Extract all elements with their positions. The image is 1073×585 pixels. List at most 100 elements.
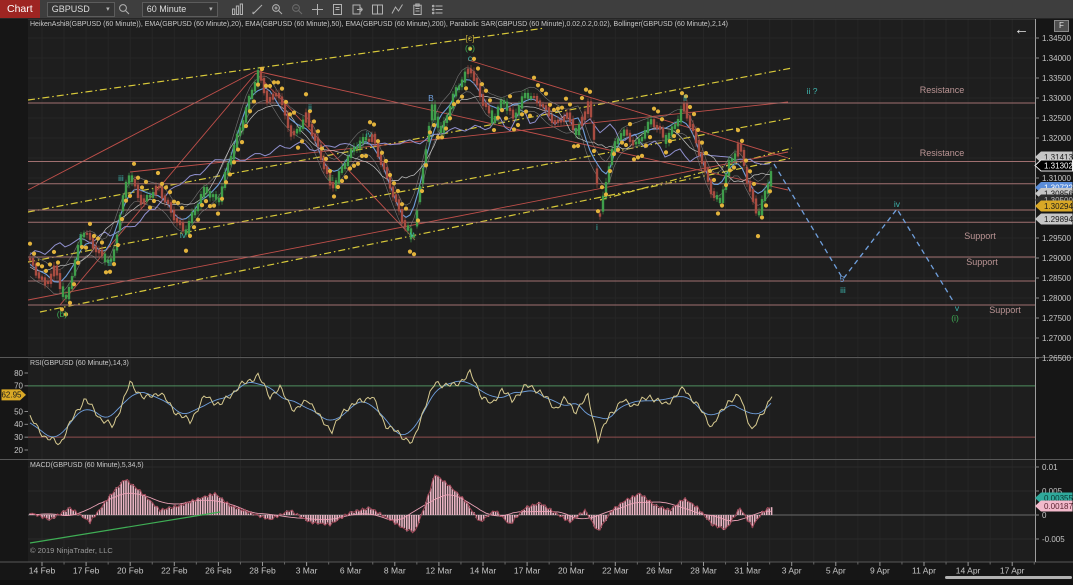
clipboard-icon: [411, 3, 424, 16]
macd-tick-label: -0.005: [1042, 535, 1065, 544]
wave-label: iv: [180, 230, 187, 240]
date-label: 14 Mar: [470, 566, 497, 576]
date-label: 17 Feb: [73, 566, 100, 576]
date-label: 17 Mar: [514, 566, 541, 576]
macd-indicator-label: MACD(GBPUSD (60 Minute),5,34,5): [30, 462, 144, 469]
wave-label: (i): [951, 313, 959, 323]
level-label: Support: [966, 257, 998, 267]
rsi-indicator-label: RSI(GBPUSD (60 Minute),14,3): [30, 360, 129, 367]
price-tick-label: 1.29500: [1042, 234, 1071, 243]
date-label: 17 Apr: [1000, 566, 1025, 576]
list-button[interactable]: [429, 1, 447, 17]
chevron-down-icon: ▾: [209, 5, 213, 13]
pencil-icon: [251, 3, 264, 16]
level-label: Resistance: [920, 148, 965, 158]
toolbar: Chart GBPUSD ▾ 60 Minute ▾: [0, 0, 1073, 19]
macd-tick-label: 0: [1042, 511, 1047, 520]
price-tick-label: 1.29000: [1042, 254, 1071, 263]
rsi-tick-label: 30: [14, 433, 23, 442]
fx-badge: F: [1054, 20, 1069, 32]
wave-label: iv: [366, 129, 373, 139]
price-tick-label: 1.28500: [1042, 274, 1071, 283]
price-tick-label: 1.27000: [1042, 334, 1071, 343]
price-tick-label: 1.34500: [1042, 34, 1071, 43]
wave-label: ii: [108, 258, 112, 268]
bar-chart-button[interactable]: [229, 1, 247, 17]
interval-label: 60 Minute: [147, 4, 187, 14]
wave-label: ii: [308, 102, 312, 112]
date-label: 20 Mar: [558, 566, 585, 576]
date-label: 12 Mar: [426, 566, 453, 576]
price-tick-label: 1.33500: [1042, 74, 1071, 83]
chevron-down-icon: ▾: [106, 5, 110, 13]
document-icon: [331, 3, 344, 16]
zoom-out-icon: [291, 3, 304, 16]
wave-label: iii: [328, 173, 334, 183]
date-label: 26 Mar: [646, 566, 673, 576]
date-label: 8 Mar: [384, 566, 406, 576]
rsi-tick-label: 20: [14, 446, 23, 455]
level-label: Support: [964, 231, 996, 241]
date-label: 28 Mar: [690, 566, 717, 576]
date-label: 20 Feb: [117, 566, 144, 576]
h-scrollbar-thumb[interactable]: [945, 576, 1072, 579]
price-tick-label: 1.33000: [1042, 94, 1071, 103]
chart-canvas[interactable]: Resistance Resistance Support Support Suppor…: [0, 0, 1073, 580]
axis-price-marker-label: 1.31302: [1044, 161, 1073, 170]
price-tick-label: 1.27500: [1042, 314, 1071, 323]
price-tick-label: 1.34000: [1042, 54, 1071, 63]
document-arrow-button[interactable]: [349, 1, 367, 17]
date-label: 3 Mar: [296, 566, 318, 576]
date-label: 11 Apr: [912, 566, 936, 576]
zigzag-icon: [391, 3, 404, 16]
date-label: 5 Apr: [826, 566, 846, 576]
chart-window: Resistance Resistance Support Support Suppor…: [0, 0, 1073, 580]
rsi-tick-label: 50: [14, 407, 23, 416]
axis-price-marker-label: 1.29894: [1044, 215, 1073, 224]
document-columns-button[interactable]: [369, 1, 387, 17]
zoom-in-icon: [271, 3, 284, 16]
level-label: Support: [989, 305, 1021, 315]
rsi-tick-label: 70: [14, 382, 23, 391]
price-tick-label: 1.31000: [1042, 174, 1071, 183]
date-label: 26 Feb: [205, 566, 232, 576]
back-arrow-button[interactable]: ←: [1014, 21, 1029, 38]
date-label: 3 Apr: [782, 566, 802, 576]
wave-label: iii: [118, 173, 124, 183]
zoom-in-button[interactable]: [269, 1, 287, 17]
price-indicator-label: HeikenAshi8(GBPUSD (60 Minute)), EMA(GBP…: [30, 21, 728, 28]
date-label: 14 Apr: [956, 566, 981, 576]
macd-tick-label: 0.01: [1042, 463, 1058, 472]
bar-chart-icon: [231, 3, 244, 16]
crosshair-button[interactable]: [309, 1, 327, 17]
wave-label: ii ?: [807, 86, 818, 96]
instrument-select[interactable]: GBPUSD ▾: [47, 2, 115, 17]
document-button[interactable]: [329, 1, 347, 17]
chart-tab[interactable]: Chart: [0, 0, 40, 18]
level-label: Resistance: [920, 85, 965, 95]
date-label: 6 Mar: [340, 566, 362, 576]
price-tick-label: 1.32000: [1042, 134, 1071, 143]
wave-label: iv: [894, 199, 901, 209]
search-button[interactable]: [116, 1, 134, 17]
copyright-label: © 2019 NinjaTrader, LLC: [30, 546, 113, 555]
axis-price-marker-label: 0.00187: [1044, 502, 1073, 511]
wave-label: i: [596, 222, 598, 232]
date-label: 9 Apr: [870, 566, 890, 576]
interval-select[interactable]: 60 Minute ▾: [142, 2, 218, 17]
draw-button[interactable]: [249, 1, 267, 17]
date-label: 22 Feb: [161, 566, 188, 576]
wave-label: (c): [465, 43, 475, 53]
date-label: 31 Mar: [734, 566, 761, 576]
date-label: 22 Mar: [602, 566, 629, 576]
wave-label: 5: [840, 274, 845, 284]
price-tick-label: 1.28000: [1042, 294, 1071, 303]
clipboard-button[interactable]: [409, 1, 427, 17]
date-label: 14 Feb: [29, 566, 56, 576]
zigzag-button[interactable]: [389, 1, 407, 17]
zoom-out-button[interactable]: [289, 1, 307, 17]
wave-label: [c]: [466, 33, 475, 43]
plus-icon: [311, 3, 324, 16]
wave-label: (b): [57, 309, 68, 319]
instrument-label: GBPUSD: [52, 4, 90, 14]
